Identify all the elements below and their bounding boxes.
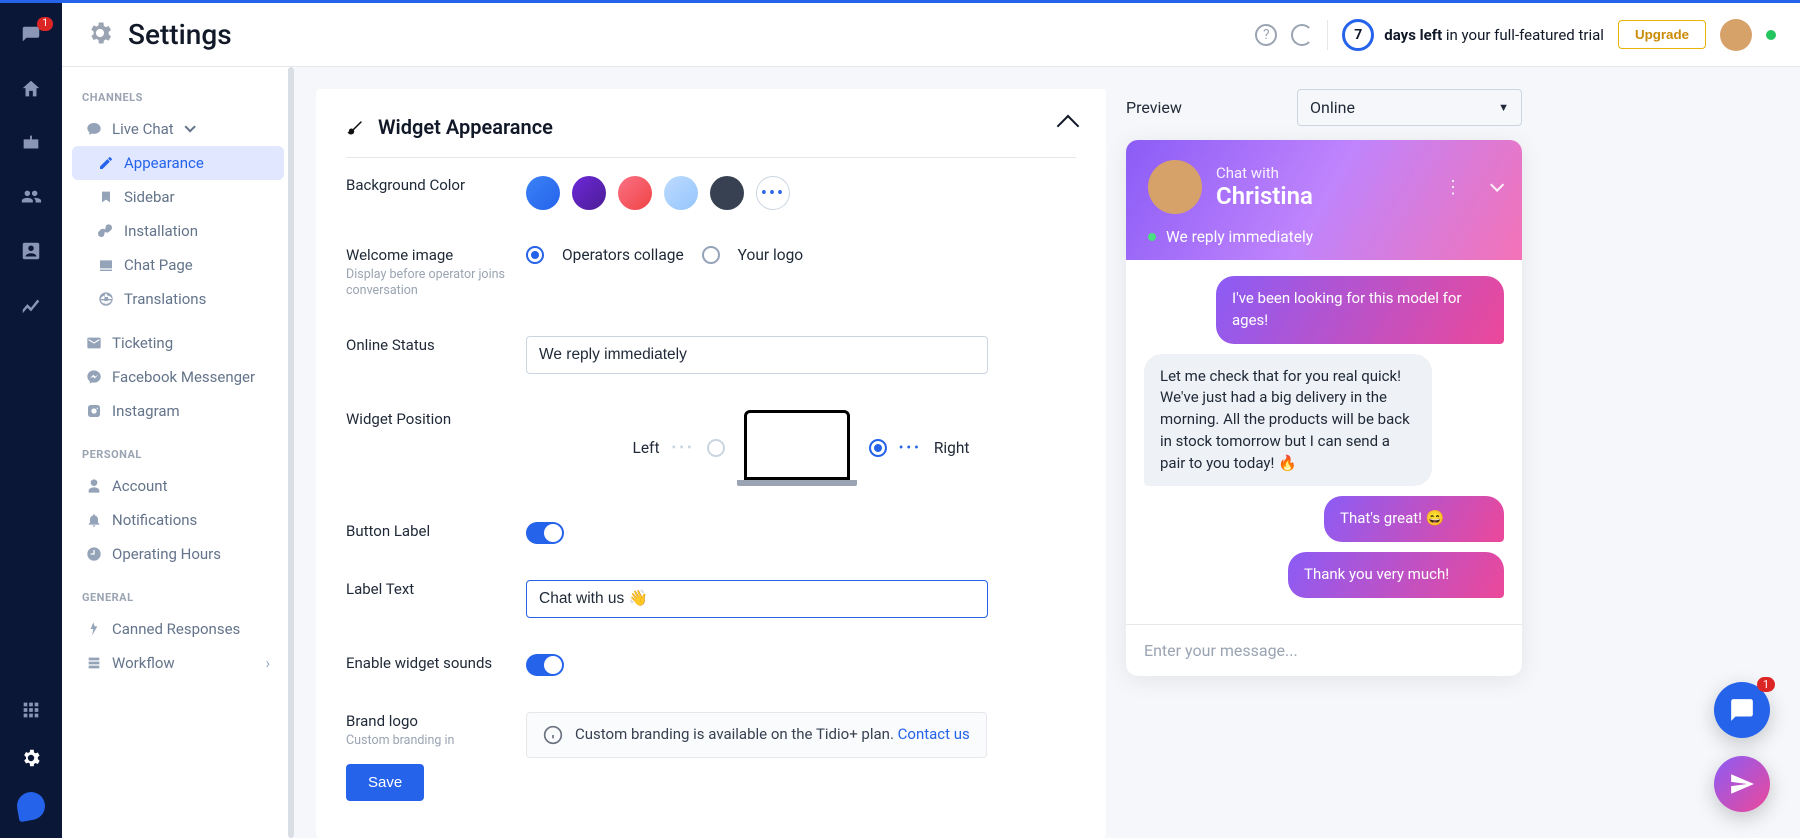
people-icon[interactable] (17, 183, 45, 211)
help-icon[interactable]: ? (1255, 24, 1277, 46)
trial-days: 7 (1342, 19, 1374, 51)
color-swatch-blue[interactable] (526, 176, 560, 210)
preview-select[interactable]: Online ▼ (1297, 89, 1522, 126)
contacts-icon[interactable] (17, 237, 45, 265)
preview-panel: Preview Online ▼ Chat with (1106, 67, 1546, 838)
send-fab[interactable] (1714, 756, 1770, 812)
sidebar-item-live-chat[interactable]: Live Chat (72, 112, 284, 146)
minimize-icon[interactable] (1490, 182, 1500, 192)
inbox-badge: 1 (37, 17, 53, 31)
sidebar-item-canned[interactable]: Canned Responses (72, 612, 284, 646)
info-icon (543, 725, 563, 745)
collapse-button[interactable] (1060, 115, 1076, 139)
button-label-toggle[interactable] (526, 522, 564, 544)
sidebar-item-translations[interactable]: Translations (72, 282, 284, 316)
chat-widget: Chat with Christina ⋮ We reply immediate… (1126, 140, 1522, 676)
gear-icon (86, 19, 114, 51)
sidebar-item-sidebar[interactable]: Sidebar (72, 180, 284, 214)
radio-operators[interactable] (526, 246, 544, 264)
form-title: Widget Appearance (378, 115, 553, 139)
sidebar-item-appearance[interactable]: Appearance (72, 146, 284, 180)
radio-logo[interactable] (702, 246, 720, 264)
home-icon[interactable] (17, 75, 45, 103)
inbox-icon[interactable]: 1 (17, 21, 45, 49)
sidebar-item-operating[interactable]: Operating Hours (72, 537, 284, 571)
nav-rail: 1 (0, 3, 62, 838)
chat-avatar (1148, 160, 1202, 214)
settings-sidebar: CHANNELS Live Chat Appearance Sidebar In… (62, 67, 294, 838)
brush-icon (346, 118, 364, 136)
color-swatch-dark[interactable] (710, 176, 744, 210)
fab-badge: 1 (1757, 677, 1775, 692)
apps-icon[interactable] (17, 696, 45, 724)
page-header: Settings ? 7 days left in your full-feat… (62, 3, 1800, 67)
sidebar-item-chat-page[interactable]: Chat Page (72, 248, 284, 282)
sounds-toggle[interactable] (526, 654, 564, 676)
sidebar-item-messenger[interactable]: Facebook Messenger (72, 360, 284, 394)
widget-form: Widget Appearance Background Color ••• (316, 89, 1106, 838)
color-swatch-red[interactable] (618, 176, 652, 210)
online-status-input[interactable] (526, 336, 988, 374)
brand-info: Custom branding is available on the Tidi… (526, 712, 987, 758)
section-general: GENERAL (72, 585, 284, 612)
pos-left[interactable] (707, 439, 725, 457)
menu-icon[interactable]: ⋮ (1444, 177, 1462, 198)
chevron-down-icon (184, 121, 195, 132)
color-swatch-purple[interactable] (572, 176, 606, 210)
bot-icon[interactable] (17, 129, 45, 157)
preview-label: Preview (1126, 98, 1182, 117)
settings-icon[interactable] (17, 744, 45, 772)
color-swatch-lightblue[interactable] (664, 176, 698, 210)
brand-logo-icon[interactable] (15, 790, 47, 822)
upgrade-button[interactable]: Upgrade (1618, 20, 1706, 49)
avatar[interactable] (1720, 19, 1752, 51)
chat-fab[interactable]: 1 (1714, 682, 1770, 738)
contact-us-link[interactable]: Contact us (898, 725, 970, 743)
chat-msg-user: I've been looking for this model for age… (1216, 276, 1504, 344)
chat-msg-user: Thank you very much! (1288, 552, 1504, 598)
sidebar-item-installation[interactable]: Installation (72, 214, 284, 248)
sidebar-item-account[interactable]: Account (72, 469, 284, 503)
label-text-input[interactable] (526, 580, 988, 618)
save-button[interactable]: Save (346, 764, 424, 801)
pos-right[interactable] (869, 439, 887, 457)
sidebar-item-workflow[interactable]: Workflow› (72, 646, 284, 680)
bg-label: Background Color (346, 176, 506, 194)
chat-msg-user: That's great! 😄 (1324, 496, 1504, 542)
trial-banner: 7 days left in your full-featured trial (1342, 19, 1604, 51)
page-title: Settings (128, 18, 232, 51)
refresh-icon[interactable] (1291, 24, 1313, 46)
chat-input[interactable]: Enter your message... (1126, 624, 1522, 676)
analytics-icon[interactable] (17, 291, 45, 319)
sidebar-item-ticketing[interactable]: Ticketing (72, 326, 284, 360)
status-dot (1766, 30, 1776, 40)
laptop-icon (737, 410, 857, 486)
color-more-button[interactable]: ••• (756, 176, 790, 210)
chat-msg-op: Let me check that for you real quick! We… (1144, 354, 1432, 487)
section-channels: CHANNELS (72, 85, 284, 112)
section-personal: PERSONAL (72, 442, 284, 469)
sidebar-item-instagram[interactable]: Instagram (72, 394, 284, 428)
sidebar-item-notifications[interactable]: Notifications (72, 503, 284, 537)
